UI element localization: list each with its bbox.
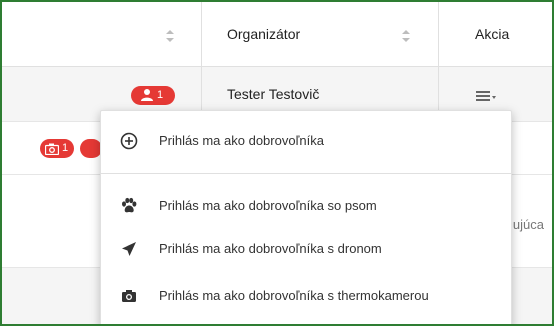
column-divider: [201, 2, 202, 66]
organizer-name: Tester Testovič: [227, 86, 320, 102]
user-icon: [141, 89, 153, 101]
menu-divider: [101, 173, 511, 174]
camera-icon: [122, 290, 136, 302]
sort-icon[interactable]: [402, 30, 410, 44]
caret-down-icon: [492, 96, 496, 99]
column-header-organizer[interactable]: Organizátor: [227, 2, 300, 66]
action-menu-toggle[interactable]: [476, 89, 500, 103]
menu-item-volunteer-thermal-camera[interactable]: Prihlás ma ako dobrovoľníka s thermokame…: [101, 276, 511, 316]
extra-badge: [80, 139, 102, 158]
table-header-row: Organizátor Akcia: [2, 2, 552, 67]
screenshot-frame: Organizátor Akcia 1 Tester Testovič 1 lu…: [0, 0, 554, 326]
menu-item-volunteer-drone[interactable]: Prihlás ma ako dobrovoľníka s dronom: [101, 229, 511, 269]
menu-item-label: Prihlás ma ako dobrovoľníka s dronom: [159, 241, 382, 256]
menu-item-label: Prihlás ma ako dobrovoľníka s thermokame…: [159, 288, 429, 303]
camera-count-badge: 1: [40, 139, 74, 158]
hamburger-icon: [476, 91, 490, 101]
sort-icon[interactable]: [166, 30, 174, 44]
badge-count: 1: [157, 89, 164, 101]
pagination-next-label[interactable]: lujúca: [510, 217, 544, 232]
camera-icon: [45, 143, 59, 155]
paw-icon: [122, 197, 137, 213]
menu-item-volunteer-dog[interactable]: Prihlás ma ako dobrovoľníka so psom: [101, 186, 511, 226]
menu-item-label: Prihlás ma ako dobrovoľníka: [159, 133, 324, 148]
menu-item-volunteer[interactable]: Prihlás ma ako dobrovoľníka: [101, 121, 511, 161]
action-dropdown-menu: Prihlás ma ako dobrovoľníka Prihlás ma a…: [100, 110, 512, 324]
column-header-action: Akcia: [475, 26, 510, 42]
menu-item-label: Prihlás ma ako dobrovoľníka so psom: [159, 198, 377, 213]
user-count-badge: 1: [131, 86, 175, 105]
column-divider: [438, 2, 439, 66]
paper-plane-icon: [122, 242, 136, 256]
plus-circle-icon: [120, 132, 138, 150]
badge-count: 1: [62, 142, 69, 154]
